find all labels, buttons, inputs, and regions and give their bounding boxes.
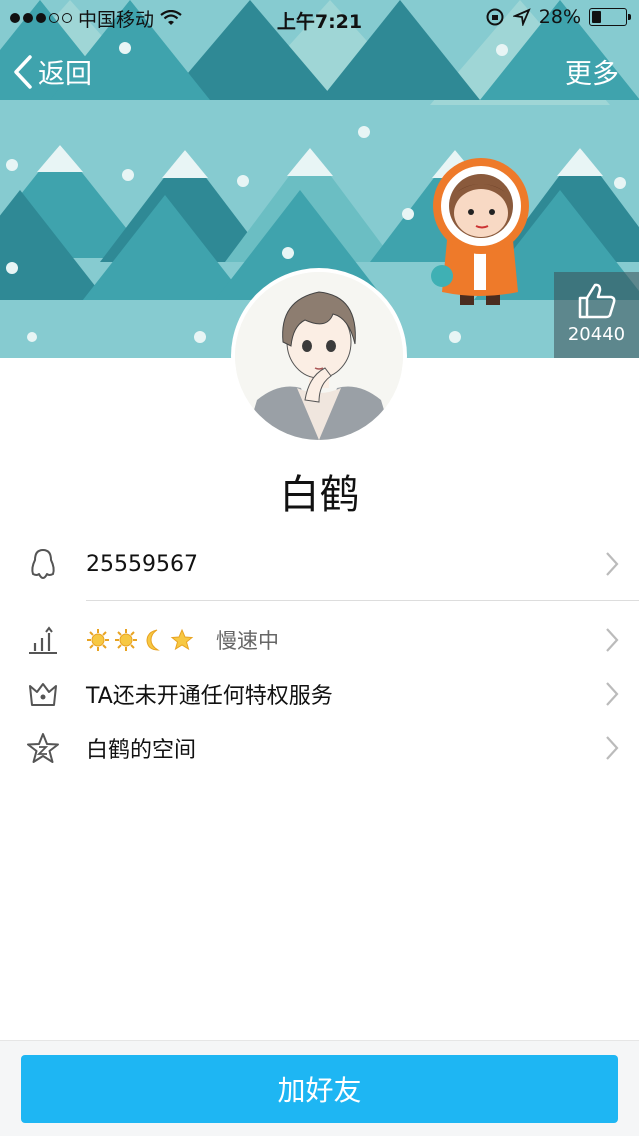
back-button[interactable]: 返回 [12, 52, 92, 91]
star-icon [170, 628, 194, 651]
section-divider [86, 600, 639, 601]
chevron-right-icon [606, 736, 619, 760]
chevron-right-icon [606, 552, 619, 576]
penguin-icon [26, 547, 60, 581]
qzone-star-icon [26, 731, 60, 765]
chevron-right-icon [606, 628, 619, 652]
back-label: 返回 [38, 59, 92, 90]
profile-screen: 中国移动 上午7:21 28% 返回 更多 20440 白鹤 25559567 … [0, 0, 639, 1136]
privilege-row[interactable]: TA还未开通任何特权服务 [0, 666, 639, 722]
chevron-right-icon [606, 682, 619, 706]
level-row[interactable]: 慢速中 [0, 612, 639, 668]
level-badges [86, 628, 194, 652]
location-icon [512, 8, 531, 26]
anime-portrait-illustration [235, 272, 403, 440]
sun-icon [87, 629, 109, 651]
qzone-row[interactable]: 白鹤的空间 [0, 720, 639, 776]
crown-icon [26, 677, 60, 711]
moon-icon [146, 629, 160, 651]
battery-level-fill [592, 11, 601, 23]
profile-name: 白鹤 [279, 472, 360, 518]
like-count: 20440 [567, 324, 626, 345]
status-right-group: 28% [485, 6, 631, 28]
eskimo-character [431, 158, 529, 305]
status-bar: 中国移动 上午7:21 28% [0, 0, 639, 36]
qzone-text: 白鹤的空间 [86, 738, 197, 763]
qq-number-row[interactable]: 25559567 [0, 536, 639, 592]
battery-icon [589, 8, 631, 26]
level-status: 慢速中 [216, 629, 279, 653]
privilege-text: TA还未开通任何特权服务 [86, 684, 333, 709]
navigation-bar: 返回 更多 [0, 36, 639, 106]
avatar-image [235, 272, 403, 440]
thumbs-up-icon [578, 283, 615, 319]
battery-percent: 28% [538, 6, 581, 28]
qq-number: 25559567 [86, 551, 198, 577]
avatar[interactable] [231, 268, 407, 444]
bottom-action-bar: 加好友 [0, 1040, 639, 1136]
level-chart-icon [26, 623, 60, 657]
chevron-left-icon [14, 54, 32, 89]
sun-icon [115, 629, 137, 651]
more-button[interactable]: 更多 [565, 52, 619, 91]
rotation-lock-icon [486, 8, 504, 26]
add-friend-button[interactable]: 加好友 [21, 1055, 618, 1123]
like-button[interactable]: 20440 [554, 272, 639, 358]
